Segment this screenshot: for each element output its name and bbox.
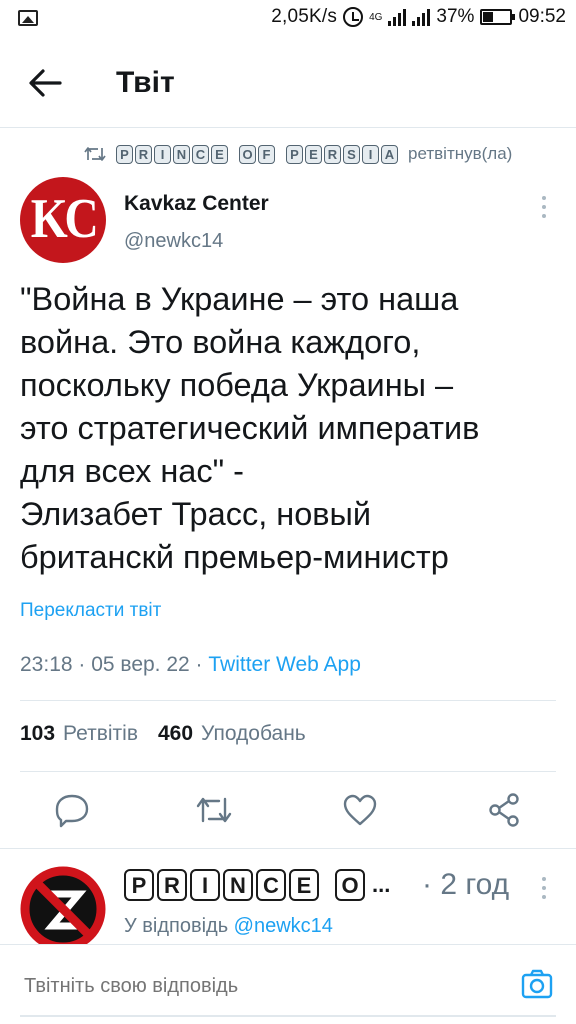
reply-name-letter: I	[190, 869, 220, 901]
page-title: Твіт	[116, 66, 175, 99]
divider	[20, 700, 556, 701]
tweet-text: "Война в Украине – это наша война. Это в…	[20, 281, 480, 575]
retweeter-name-letter: E	[211, 144, 228, 164]
tweet-source-link[interactable]: Twitter Web App	[208, 653, 361, 676]
more-vertical-icon	[542, 196, 546, 218]
reply-icon	[55, 794, 89, 828]
reply-name-letter: O	[335, 869, 365, 901]
retweeter-name-letter: P	[286, 144, 303, 164]
retweeter-name-letter: C	[192, 144, 209, 164]
retweets-label: Ретвітів	[63, 722, 138, 745]
battery-icon	[480, 9, 516, 25]
tweet-stats: 103 Ретвітів 460 Уподобань	[20, 722, 306, 746]
author-handle[interactable]: @newkc14	[124, 230, 223, 253]
retweet-icon	[196, 797, 232, 823]
tweet-actions	[0, 790, 576, 830]
retweet-context[interactable]: PRINCEOFPERSIA ретвітнув(ла)	[84, 144, 512, 164]
network-type: 4G	[369, 11, 383, 23]
reply-name-letter: P	[124, 869, 154, 901]
retweeter-name-letter: I	[362, 144, 379, 164]
more-options-button[interactable]	[534, 192, 554, 222]
reply-more-options-button[interactable]	[534, 873, 554, 903]
reply-to-line: У відповідь @newkc14	[124, 915, 333, 938]
retweeter-name-letter: R	[324, 144, 341, 164]
retweets-count: 103	[20, 722, 56, 745]
reply-name-letter: C	[256, 869, 286, 901]
status-bar: 2,05K/s 4G 37% 09:52	[0, 0, 576, 38]
alarm-icon	[343, 7, 364, 27]
retweeter-name-letter: E	[305, 144, 322, 164]
reply-input[interactable]	[24, 975, 484, 998]
no-z-symbol-icon	[20, 866, 106, 952]
reply-name-letter: R	[157, 869, 187, 901]
camera-icon	[521, 969, 553, 999]
composer-underline	[20, 1015, 556, 1017]
status-right: 2,05K/s 4G 37% 09:52	[271, 6, 566, 28]
divider	[20, 771, 556, 772]
reply-to-prefix: У відповідь	[124, 915, 234, 937]
translate-link[interactable]: Перекласти твіт	[20, 600, 161, 622]
share-icon	[489, 793, 519, 827]
reply-time: · 2 год	[422, 868, 510, 901]
avatar[interactable]: KC	[20, 177, 106, 263]
clock: 09:52	[518, 6, 566, 27]
arrow-left-icon	[29, 69, 62, 97]
reply-name-letter: N	[223, 869, 253, 901]
retweeter-name-letter: O	[239, 144, 256, 164]
app-header: Твіт	[0, 38, 576, 128]
avatar-logo-text: KC	[30, 188, 99, 250]
retweeter-name-letter: R	[135, 144, 152, 164]
tweet-meta: 23:18 · 05 вер. 22 · Twitter Web App	[20, 653, 361, 677]
author-name[interactable]: Kavkaz Center	[124, 192, 269, 216]
section-divider	[0, 848, 576, 849]
signal-icon	[388, 8, 407, 26]
reply-author-name[interactable]: P R I N C E O...	[124, 869, 390, 901]
share-button[interactable]	[484, 790, 524, 830]
like-button[interactable]	[340, 790, 380, 830]
camera-button[interactable]	[520, 967, 554, 1001]
reply-to-mention[interactable]: @newkc14	[234, 915, 333, 937]
retweeter-name-letter: S	[343, 144, 360, 164]
reply-avatar[interactable]	[20, 866, 106, 952]
signal-icon-2	[412, 8, 431, 26]
tweet-timestamp: 23:18 · 05 вер. 22 ·	[20, 653, 209, 676]
back-button[interactable]	[26, 66, 64, 100]
retweeter-name-letter: N	[173, 144, 190, 164]
network-speed: 2,05K/s	[271, 6, 338, 27]
likes-label: Уподобань	[201, 722, 306, 745]
image-notification-icon	[18, 10, 38, 26]
likes-stat[interactable]: 460 Уподобань	[158, 722, 306, 746]
more-vertical-icon	[542, 877, 546, 899]
retweet-button[interactable]	[194, 790, 234, 830]
retweeter-name-letter: F	[258, 144, 275, 164]
retweeter-name-letter: I	[154, 144, 171, 164]
reply-name-ellipsis: ...	[372, 872, 391, 897]
retweets-stat[interactable]: 103 Ретвітів	[20, 722, 138, 746]
retweeter-name-letter: P	[116, 144, 133, 164]
reply-button[interactable]	[52, 790, 92, 830]
retweeter-name[interactable]: PRINCEOFPERSIA	[116, 144, 398, 164]
battery-percent: 37%	[436, 6, 475, 27]
retweet-suffix: ретвітнув(ла)	[408, 144, 513, 163]
reply-composer	[0, 944, 576, 1024]
reply-name-letter: E	[289, 869, 319, 901]
heart-icon	[343, 794, 377, 826]
retweet-icon	[84, 147, 106, 161]
likes-count: 460	[158, 722, 194, 745]
retweeter-name-letter: A	[381, 144, 398, 164]
